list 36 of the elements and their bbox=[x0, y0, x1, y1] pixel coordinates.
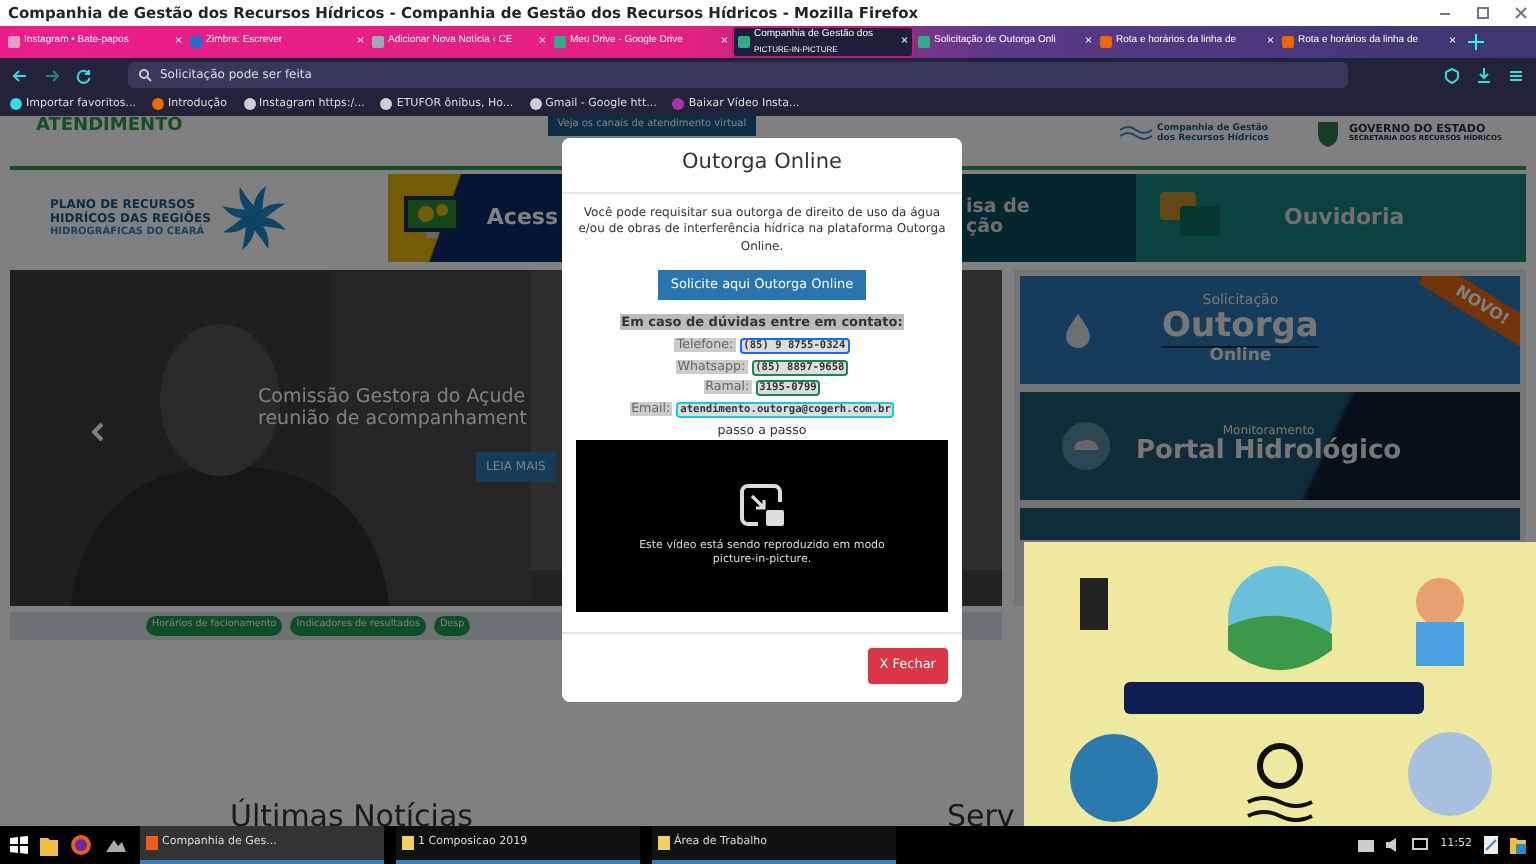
swirl-logo-icon bbox=[218, 182, 291, 254]
waves-icon bbox=[1119, 124, 1152, 144]
page-heading: ATENDIMENTO bbox=[34, 116, 185, 140]
card-subtitle: Online bbox=[1162, 345, 1319, 366]
start-icon[interactable] bbox=[10, 836, 28, 854]
crest-icon bbox=[1316, 120, 1341, 148]
computer-icon bbox=[402, 194, 463, 242]
modal-title: Outorga Online bbox=[562, 138, 962, 194]
download-icon[interactable] bbox=[1476, 67, 1492, 83]
picture-in-picture-icon bbox=[740, 483, 784, 528]
section-heading: Serv bbox=[946, 796, 1015, 826]
card-title: Portal Hidrológico bbox=[1136, 438, 1402, 467]
forward-icon[interactable] bbox=[44, 67, 60, 83]
display-icon[interactable] bbox=[1412, 838, 1429, 852]
drop-icon bbox=[1064, 312, 1092, 348]
card-title: Outorga bbox=[1162, 309, 1319, 346]
browser-icon[interactable] bbox=[70, 834, 92, 856]
volume-icon[interactable] bbox=[1386, 838, 1401, 852]
maximize-icon[interactable] bbox=[1476, 6, 1490, 20]
slide-caption: Comissão Gestora do Açude reunião de acompanhament bbox=[258, 386, 529, 432]
back-icon[interactable] bbox=[12, 67, 28, 83]
notes-icon[interactable] bbox=[1484, 836, 1498, 854]
app-icon[interactable] bbox=[104, 836, 128, 854]
network-icon[interactable] bbox=[1358, 839, 1375, 851]
desktop-icon[interactable] bbox=[1510, 836, 1526, 854]
close-icon[interactable] bbox=[1514, 6, 1528, 20]
new-tab-icon[interactable] bbox=[1468, 34, 1484, 50]
menu-icon[interactable] bbox=[1508, 67, 1524, 83]
folder-icon[interactable] bbox=[40, 835, 58, 855]
shield-icon[interactable] bbox=[1444, 67, 1460, 83]
section-heading: Últimas Notícias bbox=[230, 796, 473, 826]
access-banner[interactable]: Acess bbox=[388, 174, 562, 262]
search-icon bbox=[138, 68, 152, 82]
reload-icon[interactable] bbox=[76, 67, 92, 83]
previous-icon[interactable] bbox=[90, 422, 106, 442]
survey-banner[interactable]: isa de ção bbox=[962, 174, 1136, 262]
